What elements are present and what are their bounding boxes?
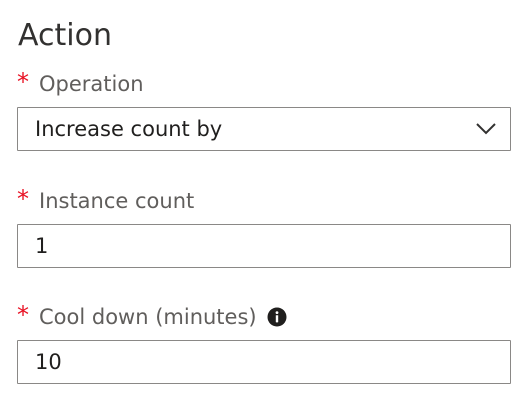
instance-count-value: 1 xyxy=(35,234,49,258)
operation-label: Operation xyxy=(39,72,144,96)
cool-down-label-row: * Cool down (minutes) xyxy=(17,301,287,332)
cool-down-label: Cool down (minutes) xyxy=(39,305,257,329)
instance-count-label: Instance count xyxy=(39,189,195,213)
operation-dropdown[interactable]: Increase count by xyxy=(17,107,511,151)
cool-down-input[interactable]: 10 xyxy=(17,340,511,384)
required-asterisk: * xyxy=(17,68,29,96)
required-asterisk: * xyxy=(17,301,29,329)
instance-count-label-row: * Instance count xyxy=(17,185,195,216)
cool-down-value: 10 xyxy=(35,350,62,374)
operation-selected-value: Increase count by xyxy=(35,117,223,141)
chevron-down-icon[interactable] xyxy=(462,108,510,150)
instance-count-input[interactable]: 1 xyxy=(17,224,511,268)
section-title: Action xyxy=(18,18,112,53)
operation-label-row: * Operation xyxy=(17,68,144,99)
info-icon[interactable] xyxy=(267,307,287,327)
required-asterisk: * xyxy=(17,185,29,213)
